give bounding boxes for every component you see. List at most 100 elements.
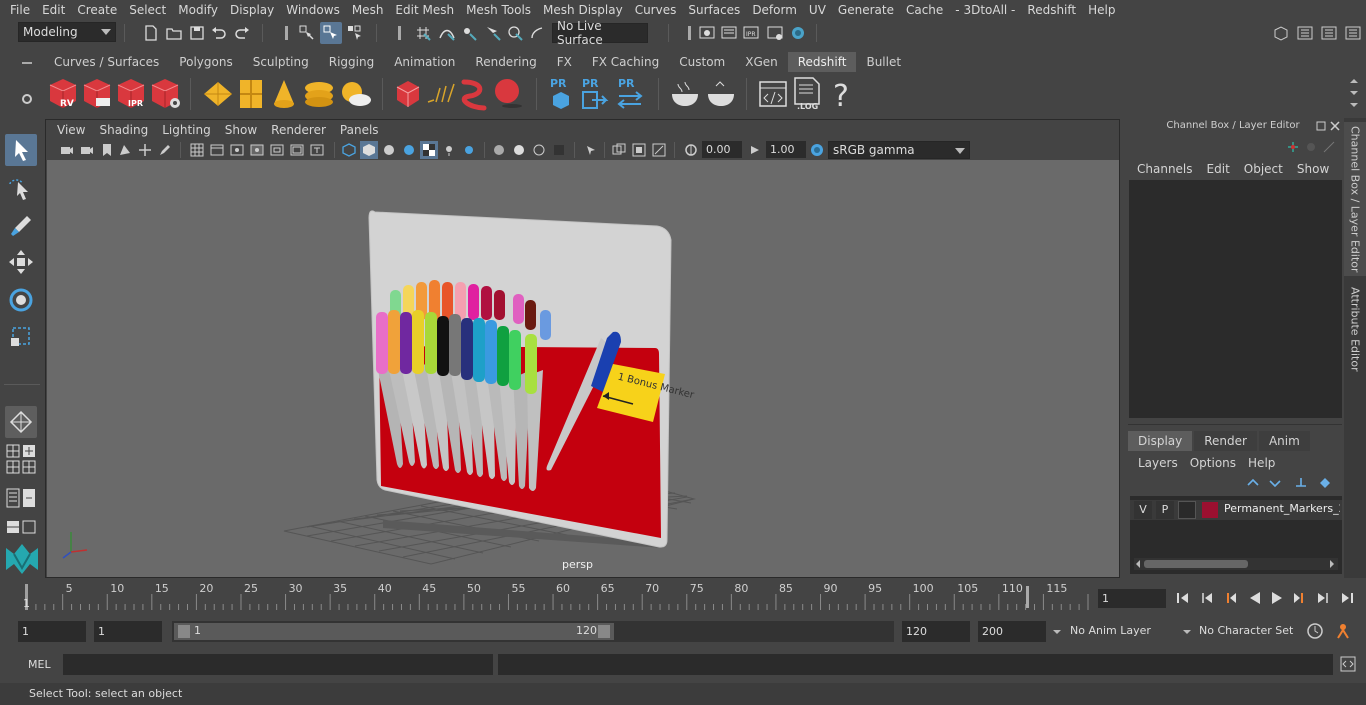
snap-surface-icon[interactable] xyxy=(506,24,524,42)
bookmark-icon[interactable] xyxy=(100,143,114,157)
shelf-tab-xgen[interactable]: XGen xyxy=(735,52,788,72)
ipr-render-icon[interactable]: IPR xyxy=(742,24,760,42)
move-layer-up-icon[interactable] xyxy=(1246,476,1260,490)
shelf-tab-animation[interactable]: Animation xyxy=(384,52,466,72)
command-input[interactable] xyxy=(63,654,493,675)
new-layer-selected-icon[interactable] xyxy=(1318,476,1332,490)
open-scene-icon[interactable] xyxy=(165,24,183,42)
menu-item-mesh-display[interactable]: Mesh Display xyxy=(537,3,629,17)
viewport-menu-renderer[interactable]: Renderer xyxy=(264,123,333,137)
step-forward-key-icon[interactable] xyxy=(1316,591,1330,605)
scene-start-field[interactable]: 1 xyxy=(18,621,86,642)
script-editor-icon[interactable] xyxy=(1339,655,1357,673)
layer-name[interactable]: Permanent_Markers_24 xyxy=(1224,502,1340,518)
paint-select-tool-button[interactable] xyxy=(5,210,37,242)
layer-playback-toggle[interactable]: P xyxy=(1156,501,1174,519)
layer-scrollbar[interactable] xyxy=(1134,558,1338,570)
xray-components-icon[interactable] xyxy=(652,143,666,157)
channel-box-mode-icon[interactable] xyxy=(1286,140,1300,154)
chevron-down-icon[interactable] xyxy=(1180,625,1194,639)
grid-icon[interactable] xyxy=(190,143,204,157)
menu-item-edit-mesh[interactable]: Edit Mesh xyxy=(389,3,460,17)
camera-attributes-icon[interactable] xyxy=(80,143,94,157)
viewport-menu-view[interactable]: View xyxy=(50,123,92,137)
wireframe-icon[interactable] xyxy=(342,143,356,157)
redshift-pr-import-icon[interactable]: PR xyxy=(616,76,646,112)
redshift-log-icon[interactable]: .LOG xyxy=(792,76,822,112)
image-plane-icon[interactable] xyxy=(118,143,132,157)
play-backwards-icon[interactable] xyxy=(1248,591,1262,605)
toggle-channel-box-icon[interactable] xyxy=(1344,24,1362,42)
menu-item-mesh-tools[interactable]: Mesh Tools xyxy=(460,3,537,17)
use-all-lights-icon[interactable] xyxy=(442,143,456,157)
range-start-handle[interactable] xyxy=(178,625,190,638)
redshift-volume-icon[interactable] xyxy=(426,82,456,106)
redshift-pr-cube-icon[interactable]: PR xyxy=(548,76,574,112)
scale-tool-button[interactable] xyxy=(5,320,37,352)
chevron-left-icon[interactable] xyxy=(1134,560,1142,568)
snap-curve-icon[interactable] xyxy=(438,24,456,42)
channel-menu-object[interactable]: Object xyxy=(1237,162,1290,176)
redshift-bake-icon[interactable] xyxy=(668,80,702,108)
snap-view-icon[interactable] xyxy=(484,24,502,42)
motion-blur-icon[interactable] xyxy=(512,143,526,157)
persp-outliner-icon[interactable] xyxy=(22,488,36,508)
xray-icon[interactable] xyxy=(612,143,626,157)
shadows-icon[interactable] xyxy=(462,143,476,157)
live-surface-field[interactable]: No Live Surface xyxy=(552,19,648,47)
layer-visibility-toggle[interactable]: V xyxy=(1134,501,1152,519)
redshift-pr-export-icon[interactable]: PR xyxy=(580,76,610,112)
toggle-dot-icon[interactable] xyxy=(1304,140,1318,154)
shelf-tab-rigging[interactable]: Rigging xyxy=(318,52,385,72)
scene-end-field[interactable]: 200 xyxy=(978,621,1046,642)
range-slider-bar[interactable] xyxy=(174,623,614,640)
render-settings-icon[interactable] xyxy=(766,24,784,42)
toggle-tool-settings-icon[interactable] xyxy=(1320,24,1338,42)
step-back-frame-icon[interactable] xyxy=(1224,591,1238,605)
film-gate-icon[interactable] xyxy=(210,143,224,157)
step-back-key-icon[interactable] xyxy=(1200,591,1214,605)
layer-type-toggle[interactable] xyxy=(1178,501,1196,519)
layer-tab-anim[interactable]: Anim xyxy=(1258,431,1310,451)
history-icon[interactable] xyxy=(680,24,698,42)
menu-item-cache[interactable]: Cache xyxy=(900,3,949,17)
range-end-handle[interactable] xyxy=(598,625,610,638)
menu-item-curves[interactable]: Curves xyxy=(629,3,683,17)
viewport-menu-show[interactable]: Show xyxy=(218,123,264,137)
play-forwards-icon[interactable] xyxy=(1270,591,1284,605)
lock-selection-icon[interactable] xyxy=(390,24,408,42)
go-to-end-icon[interactable] xyxy=(1340,591,1354,605)
gate-mask-icon[interactable] xyxy=(250,143,264,157)
shelf-tab-rendering[interactable]: Rendering xyxy=(465,52,547,72)
rotate-tool-button[interactable] xyxy=(5,284,37,316)
redshift-help-icon[interactable]: ? xyxy=(830,76,852,112)
chevron-down-icon[interactable] xyxy=(1050,625,1064,639)
shelf-menu-icon[interactable] xyxy=(20,56,34,70)
2d-pan-zoom-icon[interactable] xyxy=(138,143,152,157)
redshift-ies-light-icon[interactable] xyxy=(302,80,336,108)
tab-attribute-editor[interactable]: Attribute Editor xyxy=(1344,284,1366,374)
viewport-menu-panels[interactable]: Panels xyxy=(333,123,386,137)
character-set-selector[interactable]: No Character Set xyxy=(1199,624,1293,637)
redshift-area-light-icon[interactable] xyxy=(238,78,264,110)
step-forward-frame-icon[interactable] xyxy=(1292,591,1306,605)
shelf-scroll[interactable] xyxy=(1344,72,1364,114)
menu-item-display[interactable]: Display xyxy=(224,3,280,17)
shelf-tab-curves-surfaces[interactable]: Curves / Surfaces xyxy=(44,52,170,72)
redshift-render-view-icon[interactable]: RV xyxy=(46,76,80,112)
3d-viewport[interactable]: 1 Bonus Marker persp xyxy=(47,160,1119,577)
anim-layer-selector[interactable]: No Anim Layer xyxy=(1070,624,1151,637)
select-tool-button[interactable] xyxy=(5,134,37,166)
color-management-icon[interactable] xyxy=(810,143,824,157)
camera-select-icon[interactable] xyxy=(60,143,74,157)
render-view-icon[interactable] xyxy=(698,24,716,42)
menu-item-redshift[interactable]: Redshift xyxy=(1021,3,1082,17)
lasso-tool-button[interactable] xyxy=(5,174,37,206)
outliner-icon[interactable] xyxy=(6,488,20,508)
go-to-start-icon[interactable] xyxy=(1176,591,1190,605)
chevron-right-icon[interactable] xyxy=(1328,560,1336,568)
layer-color-swatch[interactable] xyxy=(1202,502,1218,518)
redshift-proxy-icon[interactable] xyxy=(202,80,234,108)
menu-item-surfaces[interactable]: Surfaces xyxy=(682,3,746,17)
shelf-tab-bullet[interactable]: Bullet xyxy=(856,52,912,72)
